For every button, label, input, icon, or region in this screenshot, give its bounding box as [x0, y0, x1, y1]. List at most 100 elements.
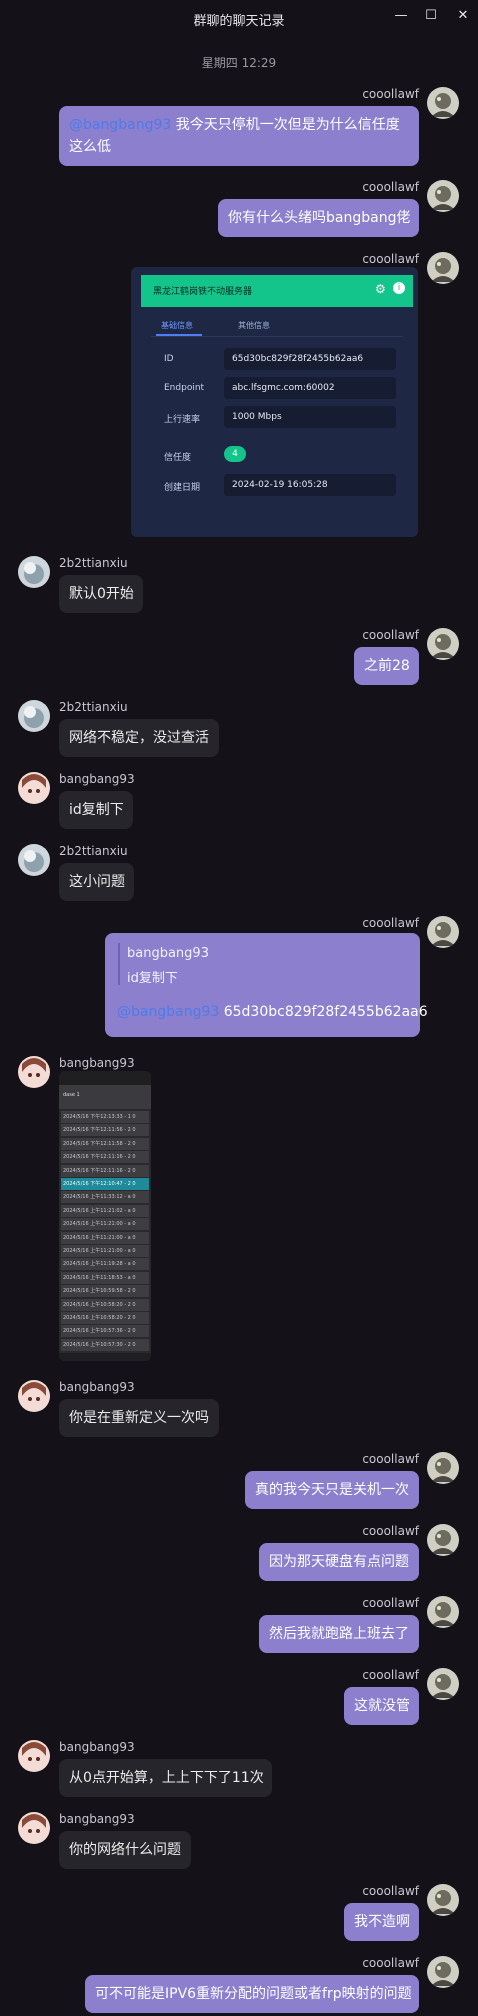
- avatar[interactable]: [18, 1380, 50, 1412]
- message-bubble[interactable]: 因为那天硬盘有点问题: [259, 1543, 419, 1581]
- tab-other: 其他信息: [238, 321, 270, 330]
- sender-name: bangbang93: [59, 1740, 135, 1754]
- date-separator: 星期四 12:29: [201, 56, 277, 70]
- message-bubble[interactable]: 之前28: [354, 647, 419, 685]
- log-row: 2024/5/16 上午11:21:00 - a 0: [61, 1245, 149, 1257]
- avatar[interactable]: [427, 1452, 459, 1484]
- log-row: 2024/5/16 上午10:59:58 - 2 0: [61, 1285, 149, 1298]
- sender-name: bangbang93: [59, 1380, 135, 1394]
- sender-name: cooollawf: [362, 1596, 419, 1610]
- avatar[interactable]: [18, 844, 50, 876]
- message-bubble[interactable]: 这小问题: [59, 863, 134, 901]
- minimize-button[interactable]: —: [391, 6, 411, 26]
- sender-name: cooollawf: [362, 180, 419, 194]
- avatar[interactable]: [427, 87, 459, 119]
- log-row: 2024/5/16 上午11:18:53 - a 0: [61, 1271, 149, 1284]
- avatar[interactable]: [427, 1596, 459, 1628]
- message-bubble[interactable]: 然后我就跑路上班去了: [259, 1615, 419, 1653]
- message-bubble[interactable]: 默认0开始: [59, 575, 143, 613]
- avatar-dragon-icon: [427, 1452, 459, 1484]
- log-row: 2024/5/16 下午12:11:16 - 2 0: [61, 1164, 149, 1177]
- avatar-sky-icon: [18, 844, 50, 876]
- field-label: Endpoint: [164, 383, 205, 393]
- avatar-dragon-icon: [427, 87, 459, 119]
- field-value: 65d30bc829f28f2455b62aa6: [224, 348, 396, 370]
- message-text: @bangbang93 65d30bc829f28f2455b62aa6: [117, 1004, 428, 1020]
- sender-name: 2b2ttianxiu: [59, 700, 128, 714]
- sender-name: cooollawf: [362, 1524, 419, 1538]
- avatar-dragon-icon: [427, 180, 459, 212]
- maximize-button[interactable]: ☐: [421, 6, 441, 26]
- avatar-dragon-icon: [427, 1884, 459, 1916]
- log-row: 2024/5/16 上午10:57:30 - 2 0: [61, 1338, 149, 1351]
- message-bubble[interactable]: 可不可能是IPV6重新分配的问题或者frp映射的问题: [85, 1975, 419, 2013]
- field-label: 上行速率: [164, 415, 201, 425]
- avatar[interactable]: [427, 628, 459, 660]
- message-bubble[interactable]: 你有什么头绪吗bangbang佬: [218, 199, 419, 237]
- field-label: ID: [164, 354, 174, 364]
- info-icon: i: [393, 282, 405, 294]
- message-bubble[interactable]: 你是在重新定义一次吗: [59, 1399, 219, 1437]
- sender-name: bangbang93: [59, 772, 135, 786]
- message-bubble[interactable]: 网络不稳定，没过查活: [59, 719, 219, 757]
- sender-name: cooollawf: [362, 1668, 419, 1682]
- sender-name: cooollawf: [362, 1956, 419, 1970]
- sender-name: cooollawf: [362, 916, 419, 930]
- image-attachment[interactable]: dase 1 2024/5/16 下午12:13:33 - 1 0 2024/5/…: [59, 1071, 151, 1361]
- message-bubble[interactable]: 你的网络什么问题: [59, 1831, 191, 1869]
- avatar-anime-icon: [18, 1812, 50, 1844]
- quoted-sender: bangbang93: [127, 946, 209, 961]
- log-row: 2024/5/16 下午12:11:58 - 2 0: [61, 1137, 149, 1150]
- card-header: 黑龙江鹤岗铁不动服务器 ⚙ i: [141, 275, 413, 307]
- avatar-dragon-icon: [427, 1668, 459, 1700]
- log-row: 2024/5/16 上午11:21:00 - a 0: [61, 1231, 149, 1244]
- avatar-anime-icon: [18, 1740, 50, 1772]
- avatar[interactable]: [18, 1812, 50, 1844]
- message-text: 65d30bc829f28f2455b62aa6: [219, 1004, 428, 1020]
- avatar[interactable]: [427, 1668, 459, 1700]
- phone-status-bar: [59, 1071, 151, 1085]
- avatar-dragon-icon: [427, 628, 459, 660]
- log-row: 2024/5/16 上午10:57:36 - 2 0: [61, 1325, 149, 1338]
- message-bubble[interactable]: 这就没管: [344, 1687, 419, 1725]
- phone-header-text: dase 1: [63, 1092, 80, 1098]
- avatar-dragon-icon: [427, 252, 459, 284]
- avatar-anime-icon: [18, 1380, 50, 1412]
- avatar-sky-icon: [18, 700, 50, 732]
- field-value: abc.lfsgmc.com:60002: [224, 377, 396, 399]
- mention-link[interactable]: @bangbang93: [69, 117, 171, 133]
- log-row: 2024/5/16 下午12:11:56 - 2 0: [61, 1124, 149, 1137]
- sender-name: cooollawf: [362, 252, 419, 266]
- avatar[interactable]: [18, 700, 50, 732]
- avatar[interactable]: [427, 180, 459, 212]
- log-row: 2024/5/16 下午12:13:33 - 1 0: [61, 1111, 149, 1123]
- sender-name: bangbang93: [59, 1812, 135, 1826]
- avatar[interactable]: [427, 916, 459, 948]
- message-bubble[interactable]: @bangbang93 我今天只停机一次但是为什么信任度这么低: [59, 106, 419, 166]
- sender-name: cooollawf: [362, 1884, 419, 1898]
- message-bubble[interactable]: id复制下: [59, 791, 133, 829]
- avatar[interactable]: [427, 1884, 459, 1916]
- sender-name: cooollawf: [362, 87, 419, 101]
- avatar[interactable]: [18, 1056, 50, 1088]
- message-bubble[interactable]: 从0点开始算，上上下下了11次: [59, 1759, 272, 1797]
- close-button[interactable]: ✕: [453, 6, 473, 26]
- avatar[interactable]: [427, 252, 459, 284]
- card-header-title: 黑龙江鹤岗铁不动服务器: [153, 287, 253, 297]
- quoted-text: id复制下: [127, 971, 178, 986]
- mention-link[interactable]: @bangbang93: [117, 1004, 219, 1020]
- avatar-anime-icon: [18, 1056, 50, 1088]
- avatar[interactable]: [427, 1956, 459, 1988]
- avatar[interactable]: [18, 556, 50, 588]
- avatar[interactable]: [427, 1524, 459, 1556]
- message-bubble[interactable]: 真的我今天只是关机一次: [245, 1471, 419, 1509]
- avatar[interactable]: [18, 1740, 50, 1772]
- sender-name: cooollawf: [362, 1452, 419, 1466]
- avatar[interactable]: [18, 772, 50, 804]
- image-attachment[interactable]: 黑龙江鹤岗铁不动服务器 ⚙ i 基础信息 其他信息 ID 65d30bc829f…: [131, 267, 418, 537]
- created-label: 创建日期: [164, 483, 201, 493]
- message-bubble[interactable]: 我不造啊: [344, 1903, 419, 1941]
- trust-label: 信任度: [164, 453, 192, 463]
- message-bubble[interactable]: bangbang93 id复制下 @bangbang93 65d30bc829f…: [105, 933, 428, 1037]
- sender-name: bangbang93: [59, 1056, 135, 1070]
